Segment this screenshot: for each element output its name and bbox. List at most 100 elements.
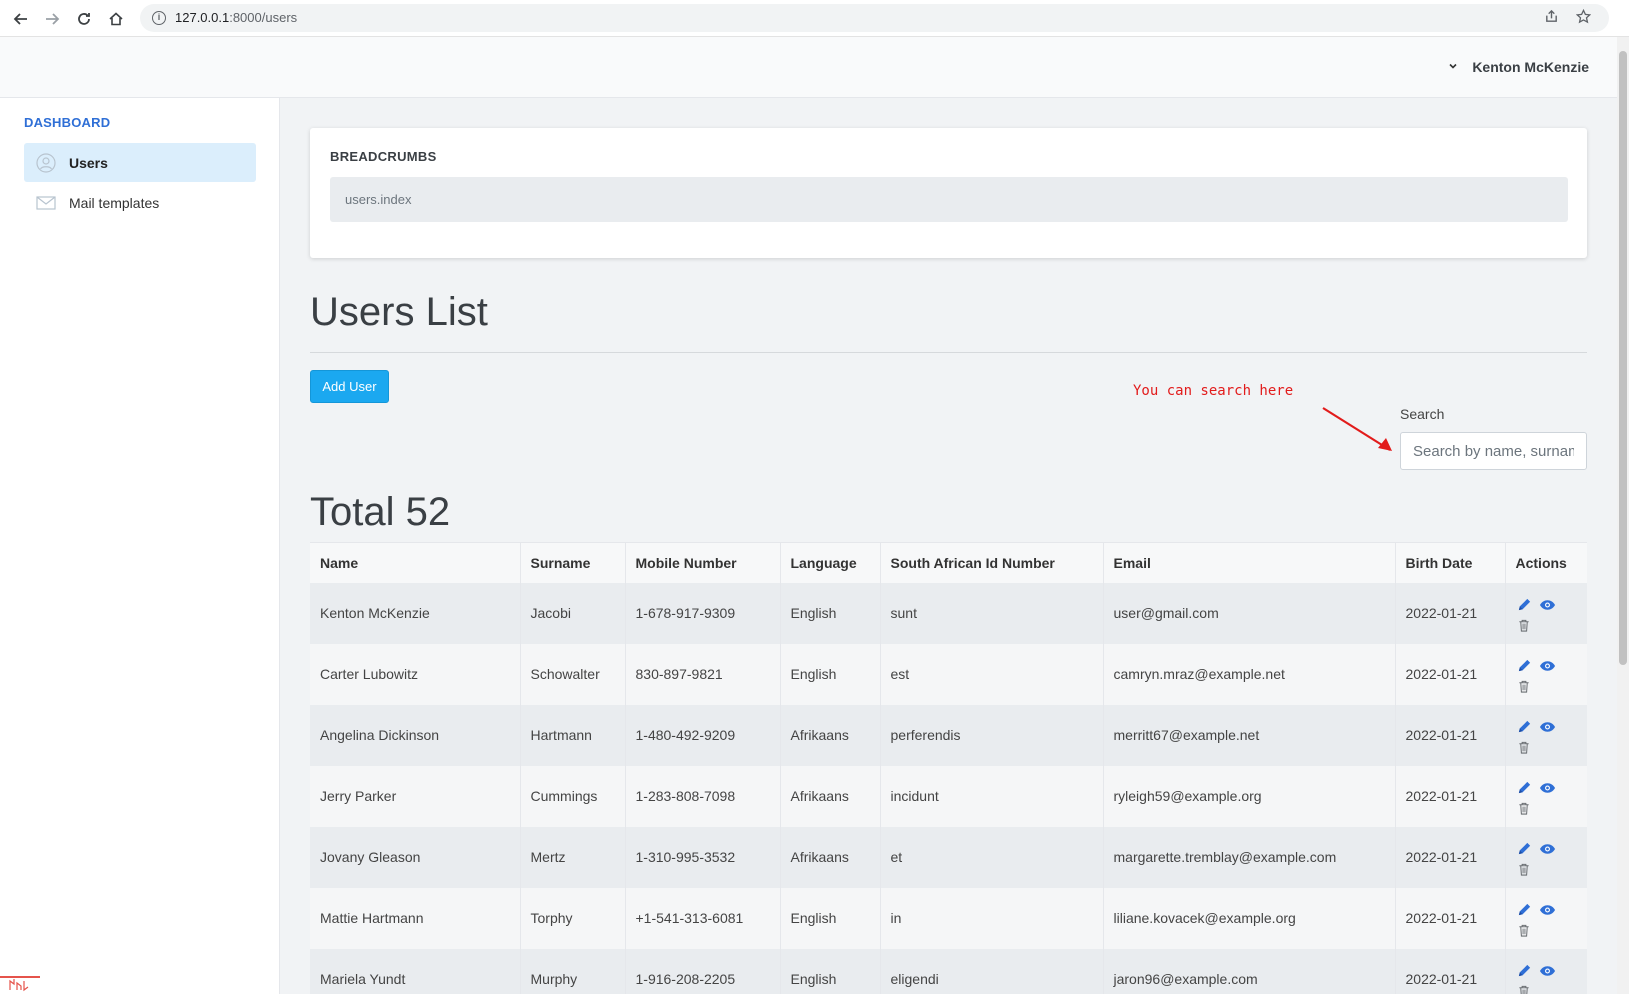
pencil-icon[interactable]: [1516, 596, 1533, 613]
eye-icon[interactable]: [1539, 962, 1556, 979]
trash-icon[interactable]: [1516, 861, 1533, 878]
table-cell: English: [780, 948, 881, 994]
sidebar-item-users[interactable]: Users: [24, 143, 256, 182]
column-header[interactable]: Mobile Number: [625, 542, 781, 583]
eye-icon[interactable]: [1539, 901, 1556, 918]
table-cell: 1-310-995-3532: [625, 826, 781, 888]
actions-cell: [1505, 765, 1587, 827]
table-cell: perferendis: [880, 704, 1104, 766]
table-cell: Afrikaans: [780, 704, 881, 766]
table-cell: ryleigh59@example.org: [1103, 765, 1396, 827]
eye-icon[interactable]: [1539, 840, 1556, 857]
table-cell: sunt: [880, 582, 1104, 644]
table-cell: +1-541-313-6081: [625, 887, 781, 949]
table-cell: 2022-01-21: [1395, 704, 1506, 766]
table-cell: Carter Lubowitz: [310, 643, 521, 705]
address-bar[interactable]: i 127.0.0.1:8000/users: [140, 4, 1609, 32]
column-header[interactable]: Language: [780, 542, 881, 583]
trash-icon[interactable]: [1516, 617, 1533, 634]
user-menu[interactable]: Kenton McKenzie: [1448, 59, 1589, 75]
sidebar-dashboard-link[interactable]: DASHBOARD: [24, 115, 110, 130]
table-cell: English: [780, 643, 881, 705]
trash-icon[interactable]: [1516, 800, 1533, 817]
table-cell: margarette.tremblay@example.com: [1103, 826, 1396, 888]
eye-icon[interactable]: [1539, 657, 1556, 674]
pencil-icon[interactable]: [1516, 840, 1533, 857]
forward-arrow-icon[interactable]: [42, 9, 62, 29]
table-cell: jaron96@example.com: [1103, 948, 1396, 994]
reload-icon[interactable]: [74, 9, 94, 29]
table-cell: Jerry Parker: [310, 765, 521, 827]
eye-icon[interactable]: [1539, 718, 1556, 735]
eye-icon[interactable]: [1539, 779, 1556, 796]
trash-icon[interactable]: [1516, 678, 1533, 695]
page-scrollbar[interactable]: [1617, 37, 1629, 994]
table-cell: Jacobi: [520, 582, 626, 644]
table-cell: 1-916-208-2205: [625, 948, 781, 994]
actions-cell: [1505, 643, 1587, 705]
table-cell: Mariela Yundt: [310, 948, 521, 994]
column-header[interactable]: Surname: [520, 542, 626, 583]
sidebar-item-label: Mail templates: [69, 194, 160, 211]
back-arrow-icon[interactable]: [11, 9, 31, 29]
table-cell: incidunt: [880, 765, 1104, 827]
table-cell: 1-678-917-9309: [625, 582, 781, 644]
table-cell: et: [880, 826, 1104, 888]
envelope-icon: [36, 193, 56, 213]
table-cell: merritt67@example.net: [1103, 704, 1396, 766]
home-icon[interactable]: [106, 9, 126, 29]
user-name[interactable]: Kenton McKenzie: [1472, 59, 1589, 75]
table-cell: 1-480-492-9209: [625, 704, 781, 766]
breadcrumbs-title: BREADCRUMBS: [330, 149, 437, 164]
scrollbar-thumb[interactable]: [1619, 51, 1627, 665]
pencil-icon[interactable]: [1516, 779, 1533, 796]
eye-icon[interactable]: [1539, 596, 1556, 613]
sidebar-item-mail-templates[interactable]: Mail templates: [24, 183, 256, 222]
breadcrumbs-card: BREADCRUMBS users.index: [310, 128, 1587, 258]
table-row: Carter Lubowitz Schowalter 830-897-9821 Eng…: [310, 643, 1587, 705]
pencil-icon[interactable]: [1516, 901, 1533, 918]
breadcrumb: users.index: [330, 177, 1568, 222]
total-count: Total 52: [310, 490, 451, 534]
trash-icon[interactable]: [1516, 983, 1533, 994]
table-cell: 2022-01-21: [1395, 887, 1506, 949]
pencil-icon[interactable]: [1516, 718, 1533, 735]
users-table: Name Surname Mobile Number Language Sout…: [310, 542, 1587, 994]
table-row: Jovany Gleason Mertz 1-310-995-3532 Afrikaa…: [310, 826, 1587, 888]
column-header[interactable]: Birth Date: [1395, 542, 1506, 583]
table-cell: Schowalter: [520, 643, 626, 705]
table-cell: Cummings: [520, 765, 626, 827]
annotation-arrow-icon: [1322, 407, 1392, 451]
column-header[interactable]: South African Id Number: [880, 542, 1104, 583]
table-cell: 1-283-808-7098: [625, 765, 781, 827]
page-title: Users List: [310, 290, 488, 334]
table-cell: English: [780, 887, 881, 949]
table-cell: est: [880, 643, 1104, 705]
add-user-button[interactable]: Add User: [310, 370, 389, 403]
chevron-down-icon[interactable]: [1448, 61, 1458, 74]
column-header[interactable]: Name: [310, 542, 521, 583]
table-cell: liliane.kovacek@example.org: [1103, 887, 1396, 949]
table-row: Jerry Parker Cummings 1-283-808-7098 Afrika…: [310, 765, 1587, 827]
trash-icon[interactable]: [1516, 739, 1533, 756]
table-cell: in: [880, 887, 1104, 949]
table-cell: camryn.mraz@example.net: [1103, 643, 1396, 705]
table-header-row: Name Surname Mobile Number Language Sout…: [310, 542, 1587, 583]
actions-cell: [1505, 826, 1587, 888]
table-cell: 2022-01-21: [1395, 643, 1506, 705]
pencil-icon[interactable]: [1516, 657, 1533, 674]
search-input[interactable]: [1400, 432, 1587, 470]
breadcrumb-path[interactable]: users.index: [345, 192, 411, 207]
site-info-icon[interactable]: i: [152, 11, 166, 25]
table-body: Kenton McKenzie Jacobi 1-678-917-9309 Engli…: [310, 582, 1587, 994]
actions-cell: [1505, 887, 1587, 949]
bookmark-star-icon[interactable]: [1575, 8, 1592, 28]
trash-icon[interactable]: [1516, 922, 1533, 939]
column-header[interactable]: Email: [1103, 542, 1396, 583]
share-icon[interactable]: [1544, 9, 1559, 28]
table-cell: Kenton McKenzie: [310, 582, 521, 644]
pencil-icon[interactable]: [1516, 962, 1533, 979]
browser-toolbar: i 127.0.0.1:8000/users: [0, 0, 1629, 37]
url-text: 127.0.0.1:8000/users: [175, 10, 298, 25]
table-cell: Hartmann: [520, 704, 626, 766]
